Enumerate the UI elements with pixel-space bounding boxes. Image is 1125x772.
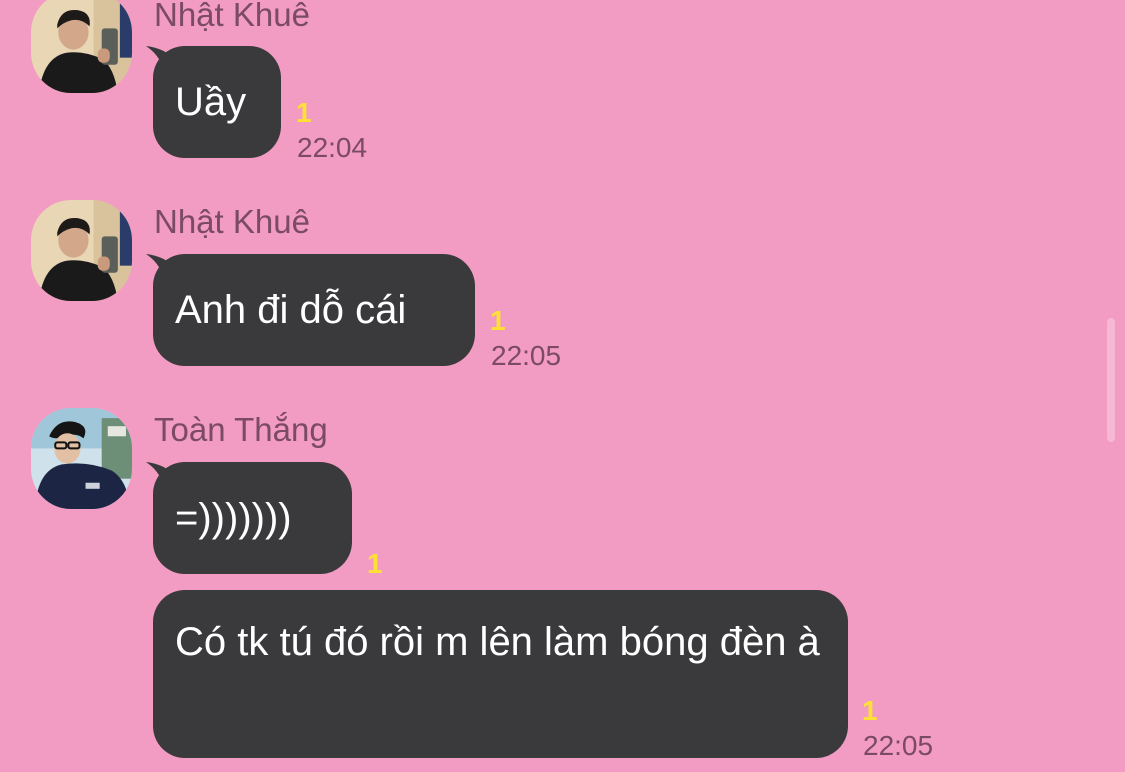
message-bubble[interactable]: Có tk tú đó rồi m lên làm bóng đèn à [153,590,848,758]
scrollbar[interactable] [1107,318,1115,442]
avatar[interactable] [31,408,132,509]
profile-photo-icon [31,0,132,93]
message-text: =))))))) [175,496,292,540]
chat-message-list[interactable]: Nhật Khuê Uầy 1 22:04 Nhật Khuê Anh đi d… [0,0,1125,772]
message-text: Anh đi dỗ cái [175,288,407,332]
profile-photo-icon [31,408,132,509]
message-text: Uầy [175,80,247,124]
message-text: Có tk tú đó rồi m lên làm bóng đèn à [175,620,820,664]
message-bubble[interactable]: Anh đi dỗ cái [153,254,475,366]
unread-count: 1 [490,305,506,336]
avatar[interactable] [31,0,132,93]
message-bubble[interactable]: =))))))) [153,462,352,574]
profile-photo-icon [31,200,132,301]
message-bubble[interactable]: Uầy [153,46,281,158]
message-time: 22:04 [297,132,368,163]
avatar[interactable] [31,200,132,301]
sender-name: Nhật Khuê [154,203,310,240]
sender-name: Toàn Thắng [154,411,328,448]
unread-count: 1 [862,695,878,726]
message-time: 22:05 [491,340,562,371]
unread-count: 1 [367,548,383,579]
message-time: 22:05 [863,730,934,761]
sender-name: Nhật Khuê [154,0,310,33]
unread-count: 1 [296,97,312,128]
